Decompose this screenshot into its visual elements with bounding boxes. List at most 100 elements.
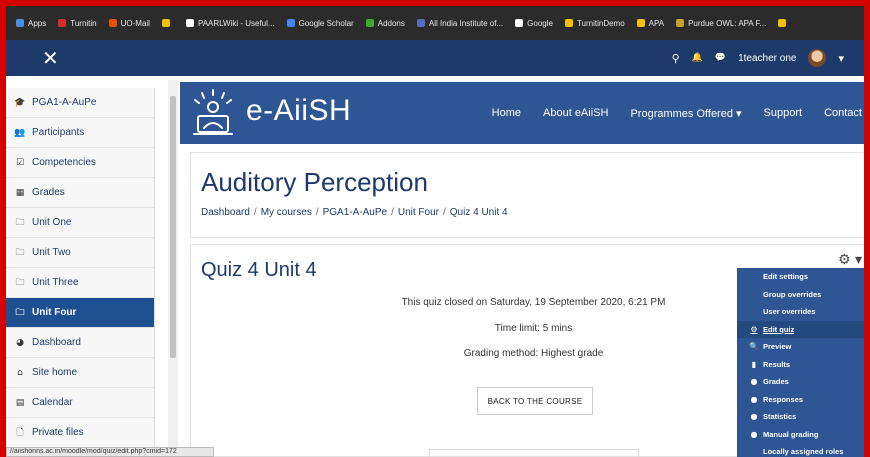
bookmark-item[interactable]: TurnitinDemo [564,18,625,28]
sidebar-item-label: Site home [32,367,78,378]
sidebar-item-dashboard[interactable]: ◕ Dashboard [6,328,154,358]
menu-item-user-overrides[interactable]: User overrides [737,303,864,321]
folder-icon: 🗀 [15,307,25,318]
bookmark-item[interactable]: Turnitin [58,18,97,28]
sidebar-item-site-home[interactable]: ⌂ Site home [6,358,154,388]
bookmark-label: All India Institute of... [428,18,504,28]
sidebar-item-grades[interactable]: ▦ Grades [6,178,154,208]
close-drawer-icon[interactable]: ✕ [42,48,59,68]
sidebar-item-private-files[interactable]: 🗋 Private files [6,418,154,448]
folder-icon: 🗀 [15,217,25,228]
sidebar-item-label: Unit Three [32,277,79,288]
bookmark-item[interactable]: APA [636,19,664,28]
menu-item-label: Manual grading [763,429,819,439]
brand-name[interactable]: e-AiiSH [246,94,351,128]
sidebar-item-label: Private files [32,427,84,438]
menu-item-group-overrides[interactable]: Group overrides [737,286,864,304]
e-aiish-logo-icon[interactable] [190,88,236,138]
folder-icon [564,19,573,27]
avatar[interactable] [808,49,827,67]
bookmark-item[interactable]: Google Scholar [286,19,354,28]
top-navbar: ✕ ⚲ 🔔 💬 1teacher one ▾ [6,40,864,76]
quiz-title: Quiz 4 Unit 4 [201,259,317,281]
bookmark-item[interactable]: UO-Mail [108,18,150,28]
messages-icon[interactable]: 💬 [715,53,726,63]
sidebar-item-label: Calendar [32,397,73,408]
menu-item-responses[interactable]: ● Responses [737,391,864,409]
course-nav-drawer: 🎓 PGA1-A-AuPe 👥 Participants ☑ Competencies ▦ G… [6,88,155,457]
sidebar-item-unit-four[interactable]: 🗀 Unit Four [6,298,154,328]
bookmark-label: UO-Mail [120,18,150,28]
sidebar-item-unit-three[interactable]: 🗀 Unit Three [6,268,154,298]
apps-icon [16,19,24,27]
search-icon[interactable]: ⚲ [672,52,680,65]
sidebar-item-participants[interactable]: 👥 Participants [6,118,154,148]
menu-item-results[interactable]: ▮ Results [737,356,864,374]
menu-item-label: Results [763,359,791,369]
bookmark-item[interactable] [161,19,174,27]
back-to-course-button[interactable]: BACK TO THE COURSE [477,387,593,415]
menu-item-edit-settings[interactable]: Edit settings [737,268,864,286]
menu-item-statistics[interactable]: ● Statistics [737,408,864,426]
turnitin-icon [58,19,67,27]
sidebar-item-pga1-a-aupe[interactable]: 🎓 PGA1-A-AuPe [6,88,154,118]
graduation-cap-icon: 🎓 [14,97,26,108]
bookmark-label: Apps [28,18,47,28]
navbar-right: ⚲ 🔔 💬 1teacher one ▾ [672,40,844,76]
bookmark-label: Addons [377,18,405,28]
sidebar-item-label: Dashboard [32,337,81,348]
bookmark-item[interactable]: PAARLWiki - Useful... [185,18,275,28]
menu-item-label: Edit settings [763,272,809,282]
sidebar-item-unit-one[interactable]: 🗀 Unit One [6,208,154,238]
circle-icon: ● [750,394,758,404]
sidebar-item-unit-two[interactable]: 🗀 Unit Two [6,238,154,268]
brand-menu-item[interactable]: Home [492,107,521,119]
brand-menu-item[interactable]: Support [764,107,803,119]
breadcrumb-link[interactable]: PGA1-A-AuPe [323,207,387,218]
breadcrumb-separator: / [253,207,257,218]
menu-item-preview[interactable]: 🔍 Preview [737,338,864,356]
page-header-card: Auditory Perception Dashboard / My courses… [190,152,870,238]
mail-icon [108,19,117,27]
circle-icon: ● [750,429,758,439]
breadcrumb-link[interactable]: Unit Four [398,207,439,218]
breadcrumb-link[interactable]: Dashboard [201,207,250,218]
home-icon: ⌂ [17,367,23,378]
menu-item-manual-grading[interactable]: ● Manual grading [737,426,864,444]
bookmark-item[interactable]: Purdue OWL: APA F... [676,19,766,28]
menu-item-label: Group overrides [763,289,822,299]
breadcrumb: Dashboard / My courses / PGA1-A-AuPe / Unit Fo… [201,207,508,218]
scholar-icon [286,19,295,27]
users-icon: 👥 [14,127,26,138]
notification-bell-icon[interactable]: 🔔 [692,53,703,63]
folder-icon: 🗀 [15,277,25,288]
user-menu-chevron-down-icon[interactable]: ▾ [838,52,844,65]
bookmark-item[interactable]: All India Institute of... [416,18,504,28]
brand-menu-item[interactable]: Contact [824,107,862,119]
bookmark-label: PAARLWiki - Useful... [197,18,275,28]
bookmark-label: TurnitinDemo [576,18,625,28]
menu-item-edit-quiz[interactable]: ⚙ Edit quiz [737,320,864,338]
owl-icon [676,19,685,27]
gear-icon[interactable]: ⚙ ▾ [838,252,862,268]
brand-menu-item[interactable]: About eAiiSH [543,107,608,119]
brand-menu: Home About eAiiSH Programmes Offered ▾ Supp… [492,82,862,144]
breadcrumb-separator: / [391,207,394,218]
bookmark-label: Turnitin [70,18,97,28]
quiz-closed-text: This quiz closed on Saturday, 19 Septemb… [401,297,666,308]
bookmark-item[interactable]: Google [515,19,553,28]
breadcrumb-link[interactable]: My courses [261,207,312,218]
scrollbar-thumb[interactable] [170,96,176,358]
bookmark-item[interactable]: Apps [16,19,46,28]
quiz-actions-dropdown: Edit settings Group overrides User overrid… [737,268,864,457]
breadcrumb-link[interactable]: Quiz 4 Unit 4 [450,207,508,218]
sidebar-item-calendar[interactable]: ▤ Calendar [6,388,154,418]
menu-item-grades[interactable]: ● Grades [737,373,864,391]
sidebar-item-competencies[interactable]: ☑ Competencies [6,148,154,178]
site-brand-header: e-AiiSH Home About eAiiSH Programmes Offer… [180,82,870,144]
brand-menu-item[interactable]: Programmes Offered ▾ [630,107,741,120]
bookmark-item[interactable] [778,19,790,27]
user-name[interactable]: 1teacher one [738,53,796,64]
menu-item-locally-assigned-roles[interactable]: Locally assigned roles [737,443,864,457]
bookmark-item[interactable]: Addons [365,18,405,28]
